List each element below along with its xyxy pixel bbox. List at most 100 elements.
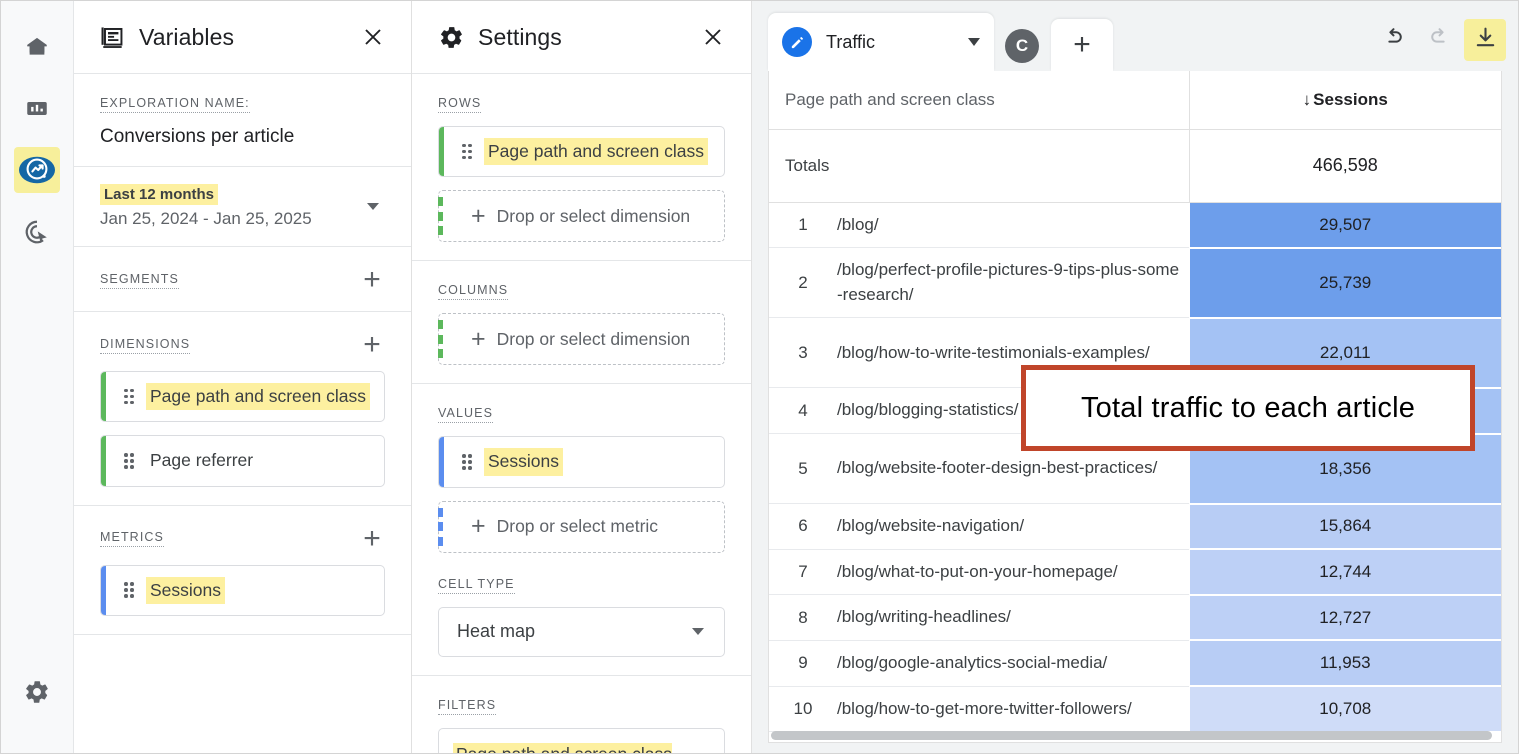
- dimension-chip-page-referrer[interactable]: Page referrer: [100, 435, 385, 487]
- cell-type-select[interactable]: Heat map: [438, 606, 725, 657]
- bar-chart-icon: [24, 95, 50, 121]
- rows-chip-label: Page path and screen class: [484, 138, 708, 166]
- tab-traffic-label: Traffic: [826, 31, 876, 52]
- table-row[interactable]: 2 /blog/perfect-profile-pictures-9-tips-…: [769, 247, 1501, 319]
- tab-bar: Traffic C +: [752, 1, 1518, 71]
- table-row[interactable]: 1 /blog/ 29,507: [769, 202, 1501, 249]
- row-index: 8: [769, 594, 837, 641]
- column-header-sessions-label: Sessions: [1313, 89, 1388, 109]
- filters-section: FILTERS Page path and screen class conta…: [412, 676, 751, 753]
- table-row[interactable]: 7 /blog/what-to-put-on-your-homepage/ 12…: [769, 549, 1501, 596]
- plus-icon: +: [471, 201, 486, 230]
- nav-explore-button[interactable]: [14, 147, 60, 193]
- dimension-chip-page-path[interactable]: Page path and screen class: [100, 371, 385, 423]
- row-index: 5: [769, 433, 837, 505]
- variables-panel-header: Variables: [74, 1, 411, 74]
- chevron-down-icon[interactable]: [968, 38, 980, 46]
- tab-second[interactable]: C: [997, 21, 1047, 71]
- horizontal-scrollbar[interactable]: [771, 731, 1499, 740]
- row-index: 1: [769, 202, 837, 249]
- ga4-exploration-app: Variables EXPLORATION NAME: Conversions …: [0, 0, 1519, 754]
- row-path[interactable]: /blog/writing-headlines/: [837, 594, 1189, 641]
- row-path[interactable]: /blog/website-navigation/: [837, 503, 1189, 550]
- metric-chip-label: Sessions: [146, 576, 226, 605]
- nav-admin-button[interactable]: [14, 669, 60, 715]
- table-row[interactable]: 9 /blog/google-analytics-social-media/ 1…: [769, 640, 1501, 688]
- add-segment-button[interactable]: [359, 267, 385, 293]
- values-chip-sessions[interactable]: Sessions: [438, 436, 725, 488]
- tab-traffic[interactable]: Traffic: [768, 13, 994, 71]
- variables-icon: [100, 24, 126, 50]
- row-sessions: 25,739: [1188, 247, 1501, 319]
- table-row[interactable]: 10 /blog/how-to-get-more-twitter-followe…: [769, 686, 1501, 733]
- row-sessions: 12,744: [1188, 549, 1501, 596]
- row-path[interactable]: /blog/: [837, 202, 1189, 249]
- row-sessions: 29,507: [1188, 202, 1501, 249]
- filter-chip-page-path[interactable]: Page path and screen class contains blog: [438, 727, 725, 753]
- download-icon: [1473, 25, 1498, 55]
- dimensions-section: DIMENSIONS Page path and screen class Pa…: [74, 312, 411, 506]
- gear-icon: [438, 24, 465, 51]
- add-tab-button[interactable]: +: [1051, 19, 1113, 71]
- settings-panel-title: Settings: [478, 23, 562, 50]
- dimension-chip-label: Page referrer: [150, 450, 254, 471]
- rows-dropzone[interactable]: + Drop or select dimension: [438, 190, 725, 243]
- dropzone-ticks: [438, 197, 443, 236]
- redo-button[interactable]: [1418, 19, 1460, 61]
- close-icon[interactable]: [357, 21, 389, 53]
- columns-label: COLUMNS: [438, 283, 509, 301]
- nav-reports-button[interactable]: [14, 85, 60, 131]
- variables-panel-body: EXPLORATION NAME: Conversions per articl…: [74, 74, 411, 753]
- metrics-section: METRICS Sessions: [74, 506, 411, 636]
- nav-home-button[interactable]: [14, 23, 60, 69]
- table-row[interactable]: 6 /blog/website-navigation/ 15,864: [769, 503, 1501, 551]
- chevron-down-icon[interactable]: [367, 203, 379, 210]
- close-icon[interactable]: [697, 21, 729, 53]
- dimension-chip-label: Page path and screen class: [146, 383, 370, 411]
- canvas-toolbar: [1372, 19, 1506, 71]
- row-index: 6: [769, 503, 837, 550]
- drag-handle-icon[interactable]: [462, 454, 474, 470]
- row-path[interactable]: /blog/perfect-profile-pictures-9-tips-pl…: [837, 247, 1189, 319]
- undo-button[interactable]: [1372, 19, 1414, 61]
- plus-icon: +: [471, 324, 486, 353]
- nav-advertising-button[interactable]: [14, 209, 60, 255]
- add-dimension-button[interactable]: [359, 332, 385, 358]
- column-header-sessions[interactable]: ↓ Sessions: [1188, 71, 1501, 130]
- row-index: 9: [769, 640, 837, 687]
- rows-dropzone-label: Drop or select dimension: [496, 205, 691, 226]
- rows-chip-page-path[interactable]: Page path and screen class: [438, 126, 725, 178]
- values-dropzone[interactable]: + Drop or select metric: [438, 500, 725, 553]
- row-path[interactable]: /blog/google-analytics-social-media/: [837, 640, 1189, 687]
- cell-type-value: Heat map: [457, 621, 536, 642]
- columns-section: COLUMNS + Drop or select dimension: [412, 261, 751, 385]
- totals-row: Totals 466,598: [769, 129, 1501, 203]
- row-path[interactable]: /blog/how-to-get-more-twitter-followers/: [837, 686, 1189, 733]
- home-icon: [24, 33, 50, 59]
- explore-icon: [18, 155, 56, 185]
- variables-panel-title: Variables: [139, 23, 235, 50]
- settings-panel-header: Settings: [412, 1, 751, 74]
- table-row[interactable]: 8 /blog/writing-headlines/ 12,727: [769, 594, 1501, 642]
- drag-handle-icon[interactable]: [124, 582, 136, 598]
- columns-dropzone[interactable]: + Drop or select dimension: [438, 313, 725, 366]
- row-sessions: 10,708: [1188, 686, 1501, 733]
- filter-chip-label: Page path and screen class contains blog: [453, 742, 672, 753]
- metric-chip-sessions[interactable]: Sessions: [100, 564, 385, 617]
- column-header-dimension[interactable]: Page path and screen class: [769, 71, 1189, 130]
- exploration-name-label: EXPLORATION NAME:: [100, 96, 250, 113]
- totals-value: 466,598: [1188, 129, 1501, 203]
- download-button[interactable]: [1464, 19, 1506, 61]
- metric-color-bar: [101, 565, 106, 616]
- row-path[interactable]: /blog/what-to-put-on-your-homepage/: [837, 549, 1189, 596]
- date-range-section[interactable]: Last 12 months Jan 25, 2024 - Jan 25, 20…: [74, 167, 411, 247]
- add-metric-button[interactable]: [359, 526, 385, 552]
- exploration-name-value[interactable]: Conversions per article: [100, 126, 385, 148]
- drag-handle-icon[interactable]: [462, 143, 474, 160]
- values-chip-label: Sessions: [484, 448, 564, 476]
- rows-section: ROWS Page path and screen class + Drop o…: [412, 74, 751, 262]
- drag-handle-icon[interactable]: [124, 453, 136, 469]
- row-index: 7: [769, 549, 837, 596]
- drag-handle-icon[interactable]: [124, 388, 136, 405]
- sort-desc-icon: ↓: [1302, 89, 1312, 109]
